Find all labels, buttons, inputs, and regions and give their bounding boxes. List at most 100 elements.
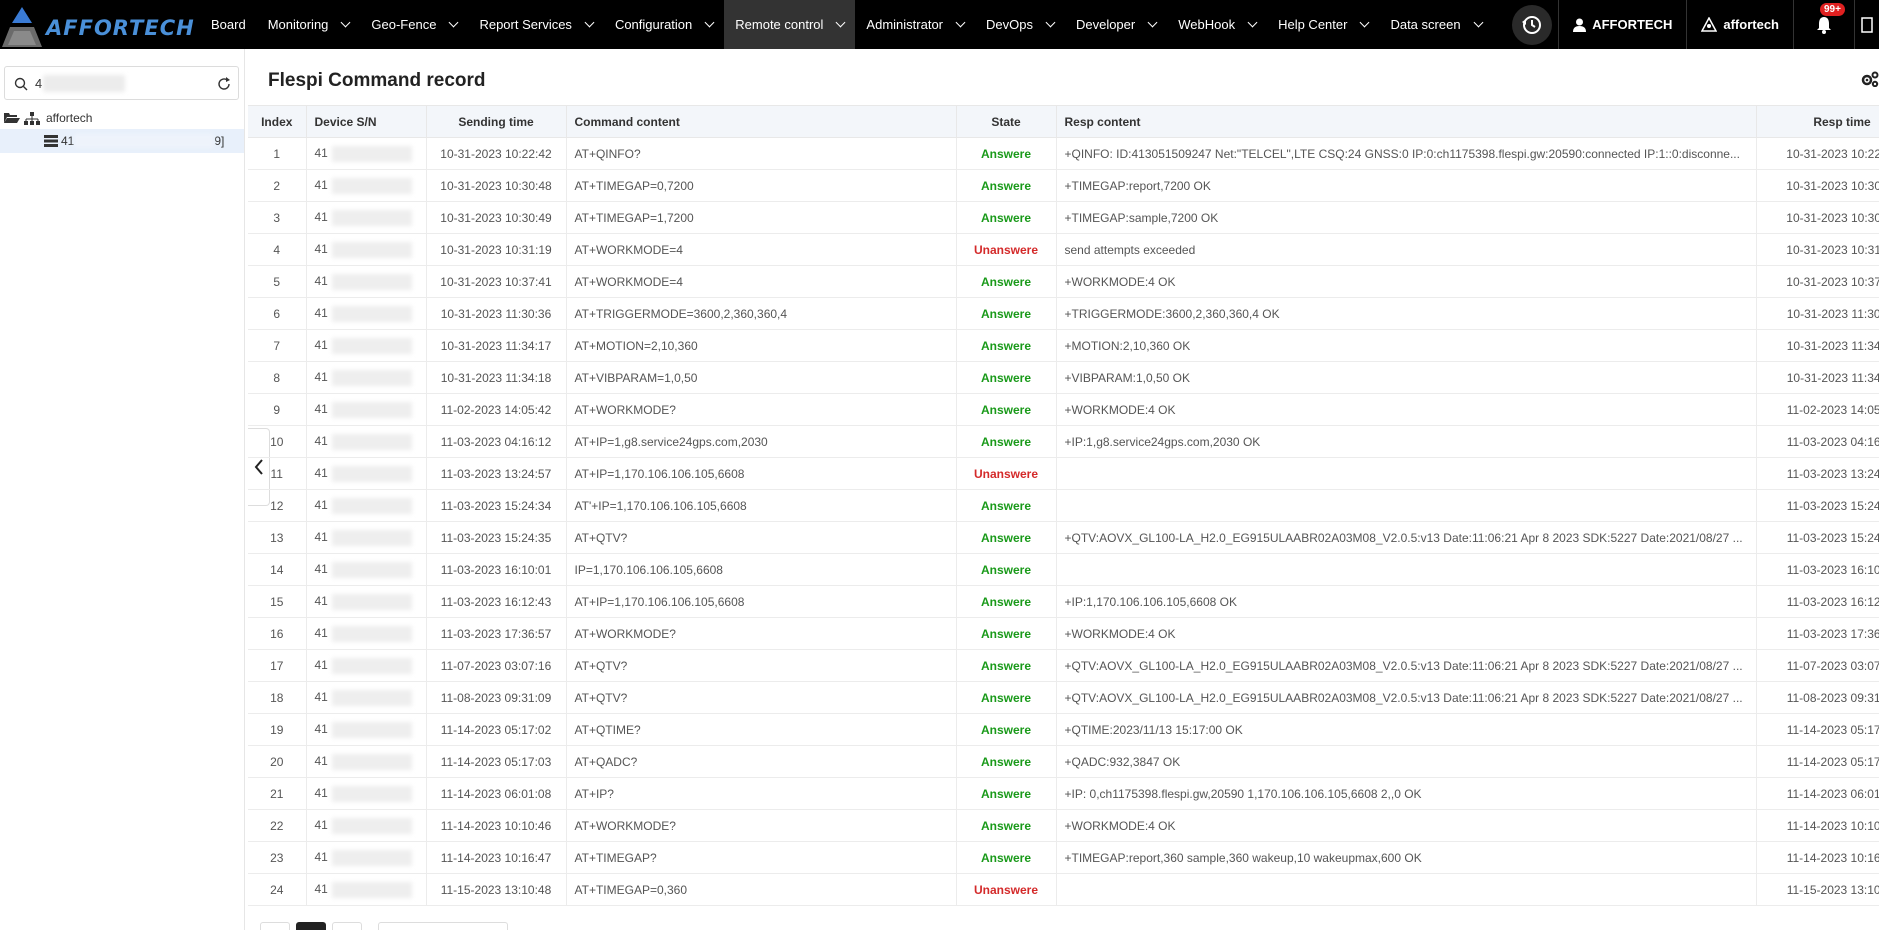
column-header-sending-time[interactable]: Sending time [426, 105, 567, 138]
table-row[interactable]: 8 41 10-31-2023 11:34:18 AT+VIBPARAM=1,0,50… [248, 361, 1879, 394]
cell-index: 22 [248, 809, 307, 842]
nav-item-help-center[interactable]: Help Center [1267, 0, 1379, 49]
table-row[interactable]: 10 41 11-03-2023 04:16:12 AT+IP=1,g8.servic… [248, 425, 1879, 458]
table-row[interactable]: 1 41 10-31-2023 10:22:42 AT+QINFO? Answere +Q… [248, 137, 1879, 170]
cell-resp: +QTIME:2023/11/13 15:17:00 OK [1056, 713, 1757, 746]
cell-cmd: AT+VIBPARAM=1,0,50 [566, 361, 957, 394]
table-row[interactable]: 20 41 11-14-2023 05:17:03 AT+QADC? Answere +Q… [248, 745, 1879, 778]
column-header-device-s-n[interactable]: Device S/N [306, 105, 427, 138]
cell-index: 7 [248, 329, 307, 362]
history-button[interactable] [1512, 4, 1553, 45]
cell-resp: +QTV:AOVX_GL100-LA_H2.0_EG915ULAABR02A03… [1056, 681, 1757, 714]
user-icon [1573, 18, 1587, 32]
nav-item-board[interactable]: Board [200, 0, 257, 49]
page-current-button[interactable] [296, 922, 326, 930]
table-row[interactable]: 11 41 11-03-2023 13:24:57 AT+IP=1,170.106.1… [248, 457, 1879, 490]
cell-resp: +TRIGGERMODE:3600,2,360,360,4 OK [1056, 297, 1757, 330]
account-name: affortech [1723, 17, 1779, 32]
table-row[interactable]: 7 41 10-31-2023 11:34:17 AT+MOTION=2,10,360… [248, 329, 1879, 362]
nav-item-configuration[interactable]: Configuration [604, 0, 724, 49]
column-header-index[interactable]: Index [248, 105, 307, 138]
nav-item-devops[interactable]: DevOps [975, 0, 1065, 49]
table-row[interactable]: 22 41 11-14-2023 10:10:46 AT+WORKMODE? Answe… [248, 809, 1879, 842]
cell-sent: 11-07-2023 03:07:16 [426, 649, 567, 682]
cell-cmd: AT+QTV? [566, 681, 957, 714]
cell-sent: 11-15-2023 13:10:48 [426, 873, 567, 906]
menu-icon [1861, 16, 1873, 33]
page-prev-button[interactable] [260, 922, 290, 930]
cell-cmd: AT+IP=1,170.106.106.105,6608 [566, 585, 957, 618]
cell-resp-time: 10-31-2023 10:30:49 [1756, 201, 1879, 234]
table-row[interactable]: 3 41 10-31-2023 10:30:49 AT+TIMEGAP=1,7200 A… [248, 201, 1879, 234]
nav-item-administrator[interactable]: Administrator [855, 0, 975, 49]
table-row[interactable]: 17 41 11-07-2023 03:07:16 AT+QTV? Answere +QT… [248, 649, 1879, 682]
table-row[interactable]: 6 41 10-31-2023 11:30:36 AT+TRIGGERMODE=360… [248, 297, 1879, 330]
cell-index: 6 [248, 297, 307, 330]
cell-resp-time: 11-08-2023 09:31:09 [1756, 681, 1879, 714]
nav-item-developer[interactable]: Developer [1065, 0, 1167, 49]
gears-icon[interactable] [1861, 71, 1879, 87]
cell-resp: +IP:1,g8.service24gps.com,2030 OK [1056, 425, 1757, 458]
account-tree-icon [1701, 17, 1718, 32]
cell-resp: +IP: 0,ch1175398.flespi.gw,20590 1,170.1… [1056, 777, 1757, 810]
page-next-button[interactable] [332, 922, 362, 930]
tree-device-node[interactable]: 41 9] [0, 129, 244, 153]
table-row[interactable]: 2 41 10-31-2023 10:30:48 AT+TIMEGAP=0,7200 A… [248, 169, 1879, 202]
table-row[interactable]: 15 41 11-03-2023 16:12:43 AT+IP=1,170.106.1… [248, 585, 1879, 618]
tree-root-node[interactable]: affortech [4, 109, 92, 127]
cell-resp: +QTV:AOVX_GL100-LA_H2.0_EG915ULAABR02A03… [1056, 521, 1757, 554]
page-size-select[interactable] [378, 922, 508, 930]
logo[interactable]: AFFORTECH [0, 0, 200, 49]
cell-resp-time: 11-03-2023 15:24:35 [1756, 521, 1879, 554]
table-row[interactable]: 5 41 10-31-2023 10:37:41 AT+WORKMODE=4 Answe… [248, 265, 1879, 298]
cell-cmd: AT+TIMEGAP? [566, 841, 957, 874]
table-row[interactable]: 19 41 11-14-2023 05:17:02 AT+QTIME? Answere +… [248, 713, 1879, 746]
chevron-down-icon [704, 17, 715, 28]
table-row[interactable]: 24 41 11-15-2023 13:10:48 AT+TIMEGAP=0,360 U… [248, 873, 1879, 906]
nav-item-webhook[interactable]: WebHook [1167, 0, 1267, 49]
column-header-resp-time[interactable]: Resp time [1756, 105, 1879, 138]
cell-resp-time: 10-31-2023 10:37:41 [1756, 265, 1879, 298]
nav-item-monitoring[interactable]: Monitoring [257, 0, 361, 49]
table-row[interactable]: 18 41 11-08-2023 09:31:09 AT+QTV? Answere +QT… [248, 681, 1879, 714]
nav-item-report-services[interactable]: Report Services [468, 0, 603, 49]
table-row[interactable]: 21 41 11-14-2023 06:01:08 AT+IP? Answere +IP:… [248, 777, 1879, 810]
cell-cmd: AT+QTV? [566, 649, 957, 682]
table-row[interactable]: 12 41 11-03-2023 15:24:34 AT'+IP=1,170.106.… [248, 489, 1879, 522]
account-menu[interactable]: affortech [1686, 0, 1793, 49]
refresh-icon[interactable] [217, 77, 231, 91]
device-sn-prefix: 41 [314, 145, 328, 160]
device-sn-prefix: 41 [314, 561, 328, 576]
device-sn-prefix: 41 [314, 433, 328, 448]
column-header-state[interactable]: State [956, 105, 1057, 138]
table-row[interactable]: 16 41 11-03-2023 17:36:57 AT+WORKMODE? Answe… [248, 617, 1879, 650]
cell-index: 14 [248, 553, 307, 586]
redacted-device-sn [331, 273, 412, 290]
table-row[interactable]: 23 41 11-14-2023 10:16:47 AT+TIMEGAP? Answer… [248, 841, 1879, 874]
command-record-table-wrap[interactable]: Index Device S/N Sending time Command conte… [248, 105, 1879, 917]
nav-item-geo-fence[interactable]: Geo-Fence [360, 0, 468, 49]
nav-item-data-screen[interactable]: Data screen [1379, 0, 1492, 49]
column-header-command-content[interactable]: Command content [566, 105, 957, 138]
nav-item-remote-control[interactable]: Remote control [724, 0, 856, 49]
cell-resp: +WORKMODE:4 OK [1056, 617, 1757, 650]
redacted-device-sn [331, 593, 412, 610]
cell-state: Answere [956, 297, 1057, 330]
cell-index: 21 [248, 777, 307, 810]
notifications-button[interactable]: 99+ [1793, 0, 1854, 49]
table-row[interactable]: 9 41 11-02-2023 14:05:42 AT+WORKMODE? Answer… [248, 393, 1879, 426]
more-menu[interactable] [1854, 0, 1879, 49]
redacted-device-sn [331, 177, 412, 194]
cell-resp: +TIMEGAP:report,360 sample,360 wakeup,10… [1056, 841, 1757, 874]
table-row[interactable]: 14 41 11-03-2023 16:10:01 IP=1,170.106.106.… [248, 553, 1879, 586]
cell-resp: +TIMEGAP:report,7200 OK [1056, 169, 1757, 202]
device-sn-prefix: 41 [314, 497, 328, 512]
cell-sent: 11-03-2023 15:24:35 [426, 521, 567, 554]
column-header-resp-content[interactable]: Resp content [1056, 105, 1757, 138]
cell-index: 23 [248, 841, 307, 874]
table-row[interactable]: 4 41 10-31-2023 10:31:19 AT+WORKMODE=4 Unans… [248, 233, 1879, 266]
cell-resp: send attempts exceeded [1056, 233, 1757, 266]
user-menu[interactable]: AFFORTECH [1558, 0, 1686, 49]
redacted-device-sn [331, 497, 412, 514]
table-row[interactable]: 13 41 11-03-2023 15:24:35 AT+QTV? Answere +QT… [248, 521, 1879, 554]
